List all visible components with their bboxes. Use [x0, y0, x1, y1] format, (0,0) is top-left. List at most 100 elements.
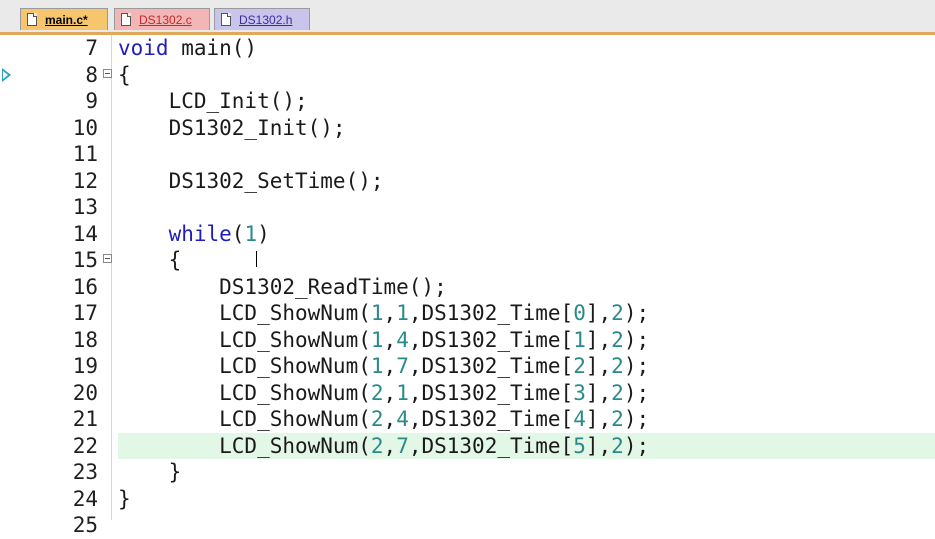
code-token: , [383, 407, 397, 431]
code-token: 1 [370, 327, 384, 352]
code-line[interactable]: 22 LCD_ShowNum(2,7,DS1302_Time[5],2); [0, 432, 935, 459]
code-line[interactable]: 9 LCD_Init(); [0, 88, 935, 115]
code-token: 2 [611, 354, 624, 378]
code-line[interactable]: 8{ [0, 62, 935, 89]
line-number: 18 [72, 327, 98, 352]
code-text[interactable]: while(1) [118, 221, 935, 248]
code-text[interactable]: { [118, 62, 935, 89]
line-number: 13 [72, 195, 98, 219]
code-text[interactable]: LCD_ShowNum(2,1,DS1302_Time[3],2); [118, 380, 935, 407]
code-token: ], [585, 433, 612, 458]
code-token: 1 [573, 327, 586, 352]
fold-toggle-icon[interactable] [103, 68, 112, 78]
tab-ds1302-c[interactable]: DS1302.c [114, 8, 210, 30]
code-text[interactable]: { [118, 247, 935, 274]
code-line[interactable]: 13 [0, 194, 935, 221]
current-line-arrow-icon [2, 67, 11, 82]
code-token: 1 [396, 301, 409, 325]
code-token: , [383, 380, 397, 405]
file-icon [121, 13, 131, 26]
code-line[interactable]: 11 [0, 141, 935, 168]
code-token: , [383, 327, 397, 352]
code-line[interactable]: 16 DS1302_ReadTime(); [0, 274, 935, 301]
code-token: void [118, 36, 169, 60]
code-token: DS1302_Init(); [118, 115, 346, 140]
code-line[interactable]: 7 void main() [0, 35, 935, 62]
code-line[interactable]: 24} [0, 486, 935, 513]
code-token: ); [623, 380, 650, 405]
code-text[interactable]: LCD_ShowNum(1,1,DS1302_Time[0],2); [118, 300, 935, 327]
code-token: DS1302_ReadTime(); [118, 274, 447, 299]
code-token: ], [585, 407, 612, 431]
code-token: LCD_ShowNum( [118, 433, 371, 458]
code-text[interactable]: } [118, 486, 935, 513]
code-token: { [118, 62, 131, 87]
line-number: 17 [72, 301, 98, 325]
line-number: 23 [72, 460, 98, 484]
code-token: } [118, 486, 131, 511]
code-token: LCD_ShowNum( [118, 301, 371, 325]
code-token: LCD_ShowNum( [118, 407, 371, 431]
tab-label: main.c* [45, 12, 88, 27]
code-token: } [118, 460, 182, 484]
line-number: 10 [72, 115, 98, 140]
code-token: 1 [244, 221, 258, 246]
line-number: 25 [72, 513, 98, 537]
code-text[interactable]: void main() [118, 35, 935, 62]
code-editor[interactable]: 7 void main() 8{9 LCD_Init(); 10 DS1302_Ini… [0, 35, 935, 537]
code-token: ], [585, 380, 612, 405]
code-text[interactable] [118, 141, 935, 168]
file-icon [27, 13, 37, 26]
code-text[interactable]: LCD_Init(); [118, 88, 935, 115]
code-line[interactable]: 21 LCD_ShowNum(2,4,DS1302_Time[4],2); [0, 406, 935, 433]
code-token: ( [231, 221, 245, 246]
code-token: main() [168, 36, 258, 60]
code-token: LCD_ShowNum( [118, 380, 371, 405]
line-number: 7 [85, 36, 98, 60]
code-token: LCD_ShowNum( [118, 354, 371, 378]
code-token: 4 [396, 327, 409, 352]
line-number: 9 [85, 89, 98, 113]
code-token: ) [257, 221, 270, 246]
line-number: 22 [72, 433, 98, 458]
line-number: 21 [72, 407, 98, 431]
line-number: 24 [72, 486, 98, 511]
code-line[interactable]: 20 LCD_ShowNum(2,1,DS1302_Time[3],2); [0, 380, 935, 407]
code-token: 2 [611, 327, 624, 352]
code-line[interactable]: 17 LCD_ShowNum(1,1,DS1302_Time[0],2); [0, 300, 935, 327]
code-line[interactable]: 14 while(1) [0, 221, 935, 248]
line-number: 19 [72, 354, 98, 378]
code-line[interactable]: 19 LCD_ShowNum(1,7,DS1302_Time[2],2); [0, 353, 935, 380]
tab-main-c[interactable]: main.c* [20, 8, 108, 30]
code-line[interactable]: 25 [0, 512, 935, 539]
code-text[interactable]: LCD_ShowNum(2,7,DS1302_Time[5],2); [118, 432, 935, 459]
code-text[interactable]: } [118, 459, 935, 486]
code-line[interactable]: 23 } [0, 459, 935, 486]
code-token: 3 [573, 380, 586, 405]
code-text[interactable]: LCD_ShowNum(1,7,DS1302_Time[2],2); [118, 353, 935, 380]
code-token: 4 [396, 407, 409, 431]
code-line[interactable]: 10 DS1302_Init(); [0, 115, 935, 142]
code-text[interactable]: DS1302_SetTime(); [118, 168, 935, 195]
code-token: { [118, 248, 182, 272]
code-text[interactable]: LCD_ShowNum(1,4,DS1302_Time[1],2); [118, 327, 935, 354]
code-line[interactable]: 18 LCD_ShowNum(1,4,DS1302_Time[1],2); [0, 327, 935, 354]
tab-ds1302-h[interactable]: DS1302.h [214, 8, 310, 30]
tab-label: DS1302.c [139, 12, 192, 27]
code-line[interactable]: 12 DS1302_SetTime(); [0, 168, 935, 195]
code-token: 2 [370, 407, 384, 431]
code-text[interactable]: DS1302_Init(); [118, 115, 935, 142]
code-line[interactable]: 15 { [0, 247, 935, 274]
code-text[interactable] [118, 512, 935, 539]
line-number: 11 [72, 142, 98, 166]
code-text[interactable]: LCD_ShowNum(2,4,DS1302_Time[4],2); [118, 406, 935, 433]
code-token: 2 [370, 433, 384, 458]
code-text[interactable] [118, 194, 935, 221]
line-number: 14 [72, 221, 98, 246]
code-text[interactable]: DS1302_ReadTime(); [118, 274, 935, 301]
fold-toggle-icon[interactable] [103, 254, 112, 263]
code-token: 2 [611, 301, 624, 325]
code-token: 7 [396, 354, 409, 378]
code-token: while [168, 221, 232, 246]
code-token: ,DS1302_Time[ [408, 380, 574, 405]
